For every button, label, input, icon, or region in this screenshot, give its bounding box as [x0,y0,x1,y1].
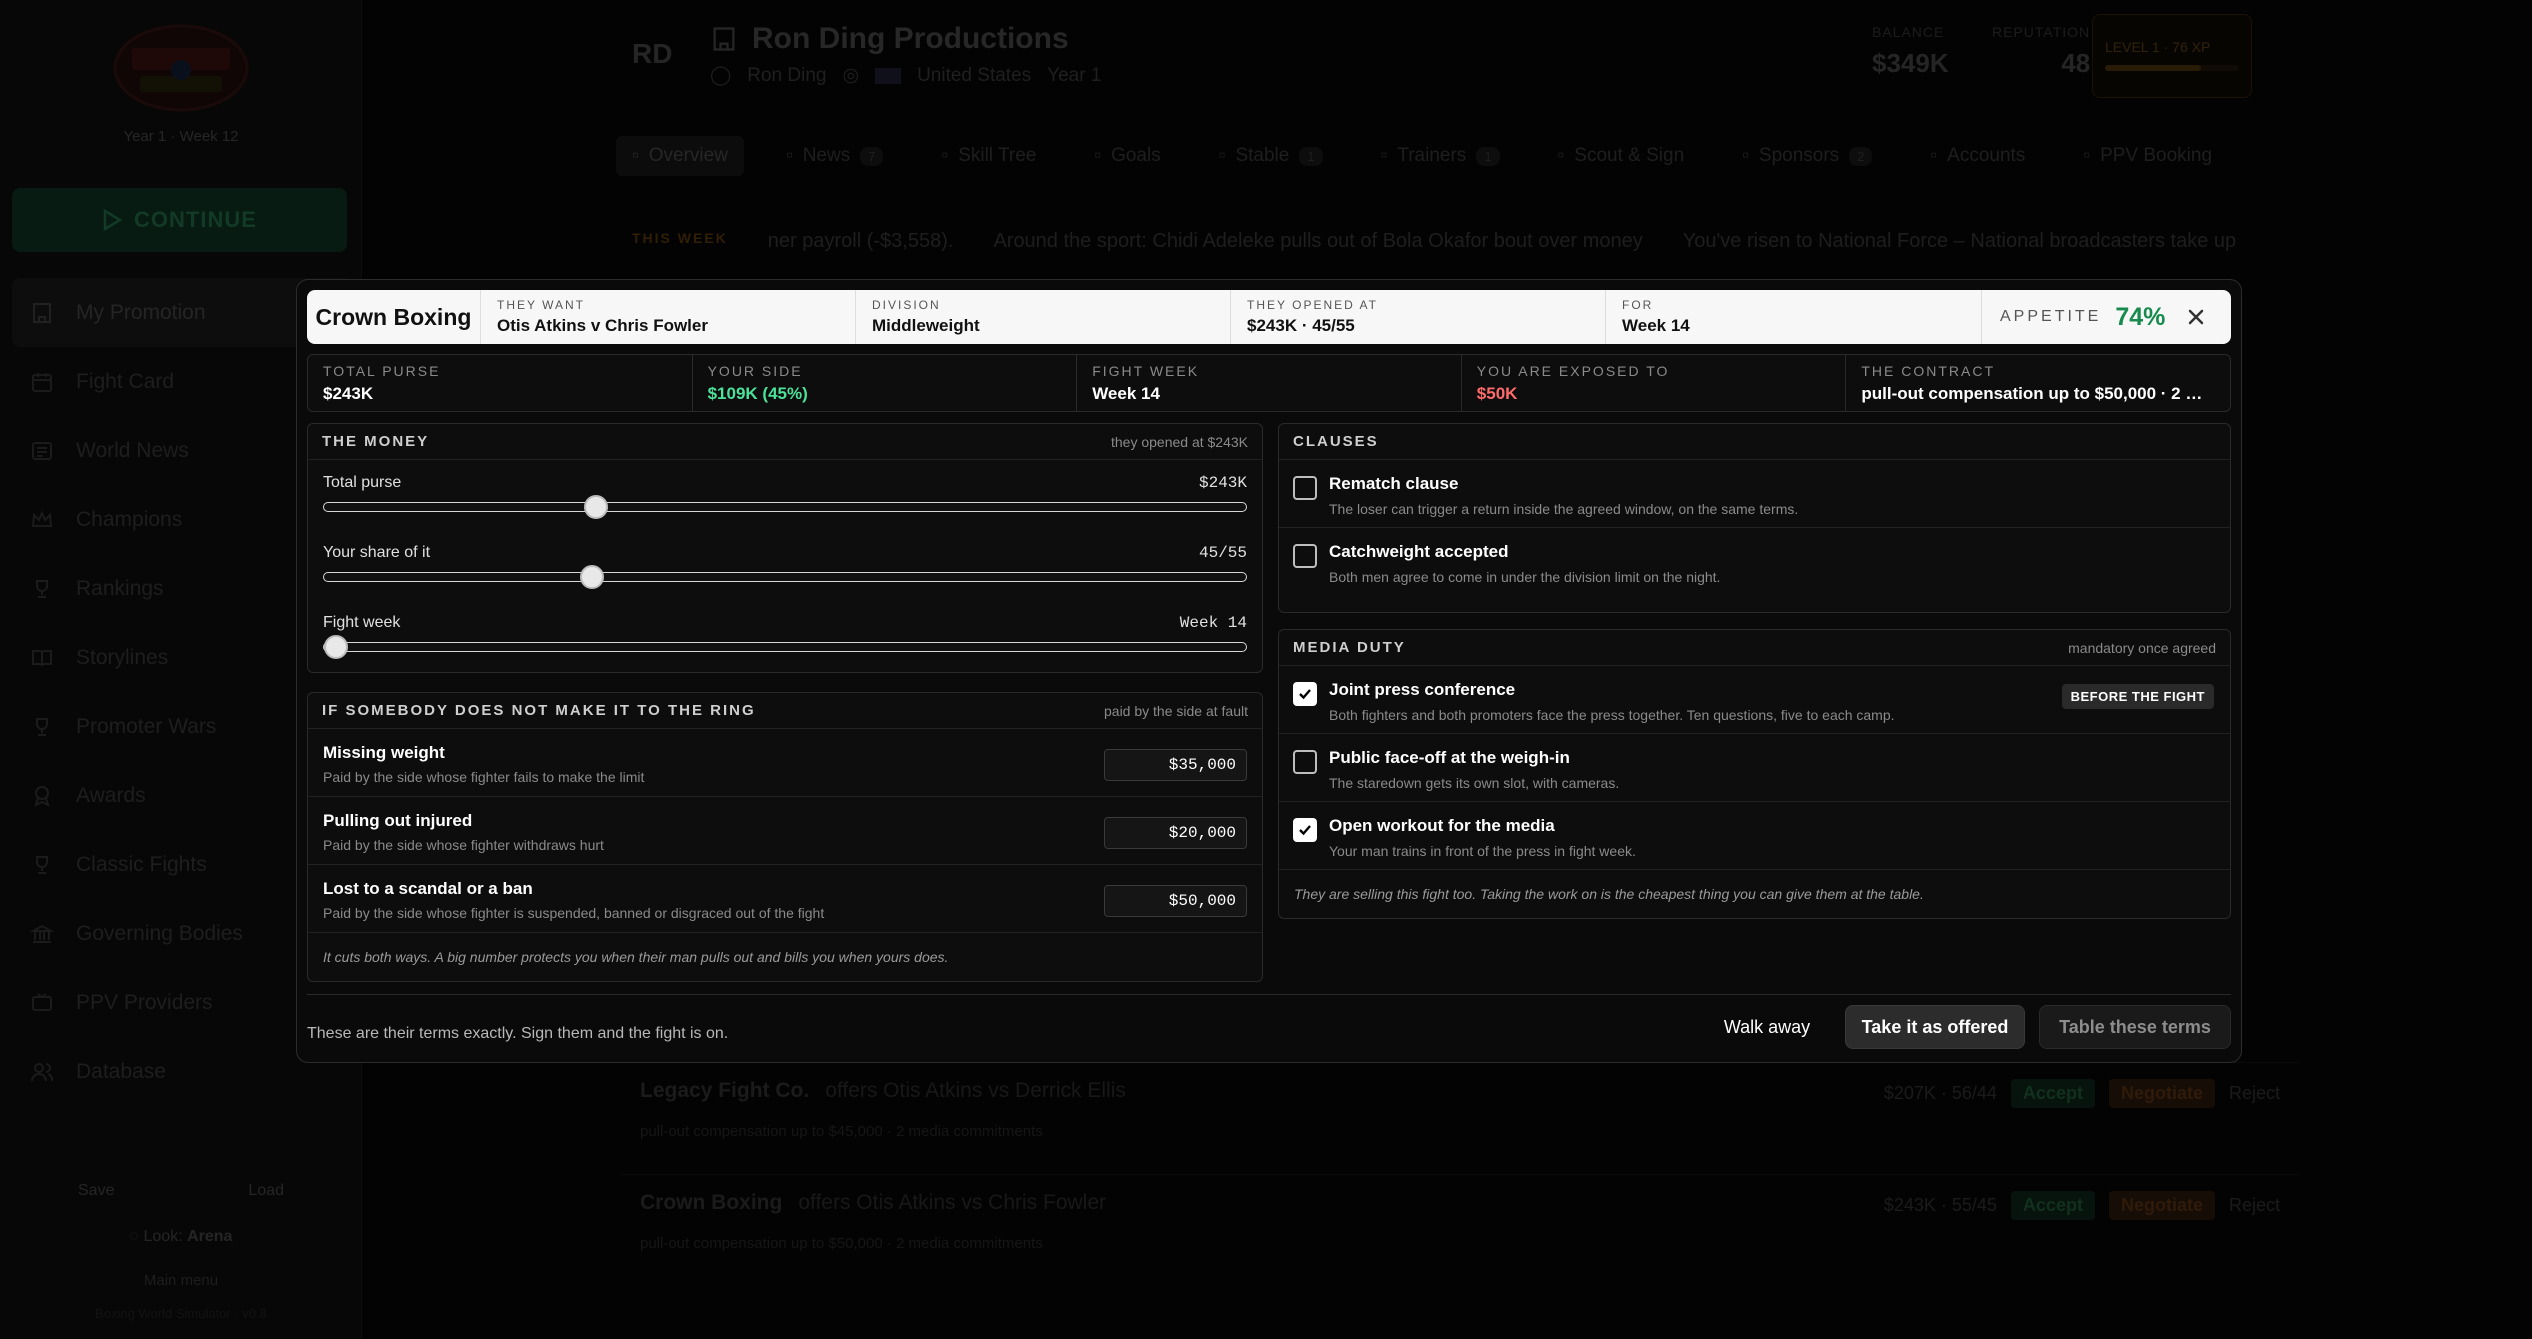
for-label: FOR [1622,298,1654,312]
division-cell: DIVISION Middleweight [856,290,1231,344]
clause-desc: Both men agree to come in under the divi… [1329,569,1721,585]
check-icon [1299,825,1311,836]
clause-desc: The loser can trigger a return inside th… [1329,501,1799,517]
contract-label: THE CONTRACT [1861,363,1996,379]
share-label: Your share of it [323,544,431,561]
money-panel: THE MONEY they opened at $243K Total purs… [307,423,1263,673]
press-conference-checkbox[interactable] [1293,682,1317,706]
money-title: THE MONEY [322,433,430,450]
take-offer-button[interactable]: Take it as offered [1845,1005,2025,1049]
timing-badge: BEFORE THE FIGHT [2061,684,2214,709]
total-purse-cell: TOTAL PURSE $243K [308,355,693,411]
modal-footer: These are their terms exactly. Sign them… [307,994,2231,1054]
clause-catchweight[interactable]: Catchweight accepted Both men agree to c… [1279,528,2230,596]
app-root: Year 1 · Week 12 CONTINUE My Promotion F… [0,0,2532,1339]
fault-note: paid by the side at fault [1104,702,1248,719]
deal-summary: TOTAL PURSE $243K YOUR SIDE $109K (45%) FI… [307,354,2231,412]
media-press-conference[interactable]: Joint press conference Both fighters and… [1279,666,2230,734]
media-desc: Your man trains in front of the press in… [1329,843,1636,859]
media-title-text: Open workout for the media [1329,816,1555,835]
modal-header: Crown Boxing THEY WANT Otis Atkins v Chr… [307,290,2231,344]
total-purse-value: $243K [323,384,374,403]
rematch-checkbox[interactable] [1293,476,1317,500]
contract-value: pull-out compensation up to $50,000 · 2 … [1861,384,2215,403]
purse-value: $243K [1198,474,1247,492]
media-note: mandatory once agreed [2068,639,2216,656]
fight-week-cell: FIGHT WEEK Week 14 [1077,355,1462,411]
clause-title: Catchweight accepted [1329,542,1509,561]
week-slider[interactable] [323,635,1247,659]
clauses-title: CLAUSES [1293,433,1379,450]
share-slider-handle[interactable] [580,565,604,589]
opened-label: THEY OPENED AT [1247,298,1378,312]
money-note: they opened at $243K [1110,433,1248,450]
week-label: Fight week [323,614,401,631]
fault-row-scandal: Lost to a scandal or a ban Paid by the s… [308,865,1262,933]
open-workout-checkbox[interactable] [1293,818,1317,842]
promoter-name: Crown Boxing [307,290,481,344]
division-value: Middleweight [872,316,980,335]
division-label: DIVISION [872,298,941,312]
check-icon [1299,689,1311,700]
they-want-cell: THEY WANT Otis Atkins v Chris Fowler [481,290,856,344]
table-terms-button[interactable]: Table these terms [2039,1005,2231,1049]
media-open-workout[interactable]: Open workout for the media Your man trai… [1279,802,2230,870]
your-side-value: $109K (45%) [707,384,808,403]
weight-penalty-input[interactable] [1104,749,1247,781]
fault-title: IF SOMEBODY DOES NOT MAKE IT TO THE RING [322,702,756,719]
for-cell: FOR Week 14 [1606,290,1982,344]
media-footnote: They are selling this fight too. Taking … [1294,886,1924,902]
face-off-checkbox[interactable] [1293,750,1317,774]
purse-slider-row: Total purse $243K [323,474,1247,519]
share-slider[interactable] [323,565,1247,589]
media-desc: Both fighters and both promoters face th… [1329,707,1895,723]
media-face-off[interactable]: Public face-off at the weigh-in The star… [1279,734,2230,802]
close-icon[interactable] [2184,305,2208,329]
catchweight-checkbox[interactable] [1293,544,1317,568]
exposure-label: YOU ARE EXPOSED TO [1476,363,1670,379]
media-desc: The staredown gets its own slot, with ca… [1329,775,1620,791]
week-value: Week 14 [1179,614,1247,632]
purse-slider[interactable] [323,495,1247,519]
purse-slider-handle[interactable] [584,495,608,519]
opened-value: $243K · 45/55 [1247,316,1355,335]
opened-cell: THEY OPENED AT $243K · 45/55 [1231,290,1606,344]
clauses-panel: CLAUSES Rematch clause The loser can tri… [1278,423,2231,613]
contract-cell: THE CONTRACT pull-out compensation up to … [1846,355,2230,411]
media-panel: MEDIA DUTY mandatory once agreed Joint pr… [1278,629,2231,919]
walk-away-button[interactable]: Walk away [1717,1005,1817,1049]
appetite-value: 74% [2115,302,2166,331]
fault-row-weight: Missing weight Paid by the side whose fi… [308,729,1262,797]
fault-row-injury: Pulling out injured Paid by the side who… [308,797,1262,865]
week-slider-row: Fight week Week 14 [323,614,1247,659]
scandal-penalty-input[interactable] [1104,885,1247,917]
fight-week-label: FIGHT WEEK [1092,363,1200,379]
purse-label: Total purse [323,474,402,491]
appetite-cell: APPETITE 74% [1982,290,2226,344]
clause-rematch[interactable]: Rematch clause The loser can trigger a r… [1279,460,2230,528]
your-side-cell: YOUR SIDE $109K (45%) [693,355,1078,411]
media-title: MEDIA DUTY [1293,639,1406,656]
media-title-text: Public face-off at the weigh-in [1329,748,1570,767]
clause-title: Rematch clause [1329,474,1459,493]
fault-panel: IF SOMEBODY DOES NOT MAKE IT TO THE RING… [307,692,1263,982]
footer-message: These are their terms exactly. Sign them… [307,1025,729,1042]
for-value: Week 14 [1622,316,1690,335]
exposure-cell: YOU ARE EXPOSED TO $50K [1462,355,1847,411]
they-want-label: THEY WANT [497,298,586,312]
exposure-value: $50K [1476,384,1518,403]
week-slider-handle[interactable] [324,635,348,659]
fight-week-value: Week 14 [1092,384,1160,403]
they-want-value: Otis Atkins v Chris Fowler [497,316,708,335]
total-purse-label: TOTAL PURSE [323,363,441,379]
injury-penalty-input[interactable] [1104,817,1247,849]
share-slider-row: Your share of it 45/55 [323,544,1247,589]
fault-footnote: It cuts both ways. A big number protects… [323,949,949,965]
share-value: 45/55 [1198,544,1247,562]
appetite-label: APPETITE [2000,308,2102,325]
your-side-label: YOUR SIDE [707,363,803,379]
negotiation-modal: Crown Boxing THEY WANT Otis Atkins v Chr… [296,279,2242,1063]
